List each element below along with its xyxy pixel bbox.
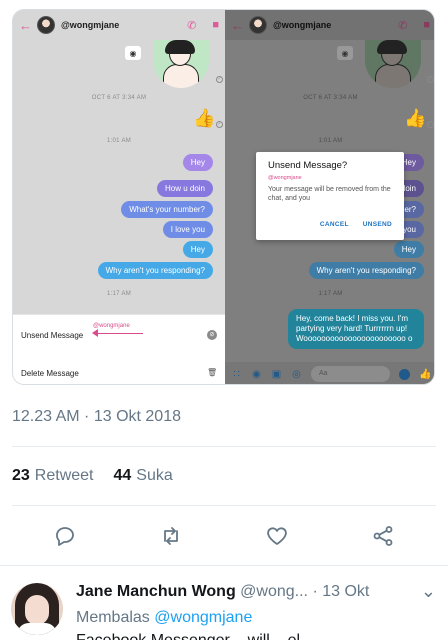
delete-message-option[interactable]: Delete Message 🗑 bbox=[21, 363, 217, 383]
share-button[interactable] bbox=[367, 520, 399, 552]
phone-icon[interactable]: ✆ bbox=[187, 19, 196, 32]
like-button[interactable] bbox=[261, 520, 293, 552]
unsend-confirm-dialog: Unsend Message? @wongmjane Your message … bbox=[256, 152, 404, 240]
chat-timestamp: 1:17 AM bbox=[106, 291, 132, 297]
message-bubble[interactable]: How u doin bbox=[156, 180, 213, 197]
trash-icon: 🗑 bbox=[207, 368, 218, 377]
message-bubble[interactable]: Hey bbox=[182, 154, 213, 171]
thumbs-up-icon: 👍 bbox=[193, 108, 216, 128]
message-bubble-long[interactable]: Hey, come back! I miss you. I'm partying… bbox=[288, 309, 424, 349]
mention-link[interactable]: @wongmjane bbox=[154, 609, 252, 626]
reply-header: Jane Manchun Wong @wong... · 13 Okt bbox=[76, 583, 408, 601]
heart-icon bbox=[267, 527, 287, 545]
divider bbox=[12, 505, 436, 506]
chat-timestamp: OCT 6 AT 3:34 AM bbox=[91, 95, 147, 101]
seen-indicator-icon: ✓ bbox=[216, 76, 223, 83]
reply-author-handle[interactable]: @wong... bbox=[240, 583, 308, 600]
thumbs-up-icon[interactable]: 👍 bbox=[419, 369, 431, 380]
annotation-arrowhead bbox=[92, 329, 98, 337]
image-icon[interactable]: ▣ bbox=[271, 369, 282, 380]
like-label: Suka bbox=[136, 467, 173, 484]
thumbs-up-icon: 👍 bbox=[404, 108, 427, 128]
dialog-title: Unsend Message? bbox=[268, 160, 348, 171]
chat-pane-unsend-dialog: ← @wongmjane ✆ ■ ◉ ✓ OCT 6 AT 3:34 AM 👍 … bbox=[225, 10, 434, 384]
message-bubble[interactable]: I love you bbox=[162, 221, 213, 238]
chat-timestamp: 1:01 AM bbox=[106, 138, 132, 144]
like-count: 44 bbox=[113, 467, 132, 484]
video-icon[interactable]: ■ bbox=[212, 19, 219, 31]
seen-indicator-icon: ✓ bbox=[427, 76, 434, 83]
reply-button[interactable] bbox=[49, 520, 81, 552]
camera-icon[interactable]: ◉ bbox=[251, 369, 262, 380]
chat-header: ← @wongmjane ✆ ■ bbox=[13, 10, 225, 40]
chat-pane-unsend-sheet: ← @wongmjane ✆ ■ ◉ ✓ OCT 6 AT 3:34 AM 👍 … bbox=[13, 10, 225, 384]
avatar bbox=[249, 16, 267, 34]
sticker-image bbox=[153, 40, 209, 88]
message-composer: ∷ ◉ ▣ ◎ Aa 👍 bbox=[225, 362, 434, 384]
video-icon[interactable]: ■ bbox=[423, 19, 430, 31]
chevron-down-icon[interactable]: ⌄ bbox=[421, 581, 436, 602]
chat-timestamp: 1:01 AM bbox=[318, 138, 343, 144]
retweet-count: 23 bbox=[12, 467, 30, 484]
tweet-timestamp[interactable]: 12.23 AM · 13 Okt 2018 bbox=[12, 408, 181, 426]
unsend-icon: ⊘ bbox=[207, 330, 217, 340]
like-stat[interactable]: 44 Suka bbox=[114, 467, 173, 485]
chat-username: @wongmjane bbox=[61, 20, 120, 30]
tweet-media-image[interactable]: ← @wongmjane ✆ ■ ◉ ✓ OCT 6 AT 3:34 AM 👍 … bbox=[12, 9, 435, 385]
divider bbox=[12, 446, 436, 447]
message-bubble[interactable]: Hey bbox=[393, 241, 424, 258]
dialog-actions: CANCEL UNSEND bbox=[320, 221, 392, 228]
grid-icon[interactable]: ∷ bbox=[231, 369, 242, 380]
retweet-stat[interactable]: 23 Retweet bbox=[12, 467, 94, 485]
message-bubble[interactable]: Hey bbox=[182, 241, 213, 258]
avatar bbox=[37, 16, 55, 34]
replying-label: Membalas bbox=[76, 609, 150, 626]
unsend-button[interactable]: UNSEND bbox=[363, 221, 392, 228]
back-arrow-icon[interactable]: ← bbox=[19, 18, 32, 33]
retweet-label: Retweet bbox=[34, 467, 94, 484]
sticker-image bbox=[365, 40, 421, 88]
annotation-label: @wongmjane bbox=[93, 323, 130, 329]
annotation-arrow bbox=[97, 333, 143, 334]
message-bubble[interactable]: Why aren't you responding? bbox=[97, 262, 213, 279]
tweet-action-bar bbox=[0, 520, 448, 552]
chat-timestamp: 1:17 AM bbox=[318, 291, 343, 297]
message-bubble[interactable]: Why aren't you responding? bbox=[308, 262, 424, 279]
phone-icon[interactable]: ✆ bbox=[398, 19, 407, 32]
message-input[interactable]: Aa bbox=[311, 366, 390, 382]
message-bubble[interactable]: What's your number? bbox=[121, 201, 213, 218]
seen-indicator-icon: ✓ bbox=[216, 121, 223, 128]
reply-author-name[interactable]: Jane Manchun Wong bbox=[76, 583, 236, 600]
emoji-icon[interactable] bbox=[399, 368, 410, 380]
divider bbox=[0, 565, 448, 566]
camera-icon[interactable]: ◉ bbox=[337, 46, 353, 60]
microphone-icon[interactable]: ◎ bbox=[291, 369, 302, 380]
camera-icon[interactable]: ◉ bbox=[125, 46, 141, 60]
tweet-stats: 23 Retweet 44 Suka bbox=[12, 467, 173, 485]
dialog-body: Your message will be removed from the ch… bbox=[268, 186, 391, 202]
chat-header: ← @wongmjane ✆ ■ bbox=[225, 10, 434, 40]
seen-indicator-icon: ✓ bbox=[427, 121, 434, 128]
delete-message-label: Delete Message bbox=[21, 368, 79, 378]
unsend-message-label: Unsend Message bbox=[21, 330, 84, 340]
dialog-annotation: @wongmjane bbox=[268, 175, 302, 181]
message-action-sheet: Unsend Message ⊘ @wongmjane Delete Messa… bbox=[13, 314, 225, 384]
cancel-button[interactable]: CANCEL bbox=[320, 221, 349, 228]
retweet-icon bbox=[164, 527, 178, 545]
reply-text: Facebook Messenger ...will ...el... bbox=[76, 632, 313, 640]
share-icon bbox=[373, 526, 393, 546]
avatar[interactable] bbox=[11, 583, 63, 635]
retweet-button[interactable] bbox=[155, 520, 187, 552]
chat-username: @wongmjane bbox=[273, 20, 332, 30]
replying-to-line: Membalas @wongmjane bbox=[76, 609, 252, 627]
chat-timestamp: OCT 6 AT 3:34 AM bbox=[303, 95, 358, 101]
back-arrow-icon[interactable]: ← bbox=[231, 18, 244, 33]
reply-date[interactable]: · 13 Okt bbox=[312, 583, 369, 600]
reply-icon bbox=[56, 527, 74, 546]
